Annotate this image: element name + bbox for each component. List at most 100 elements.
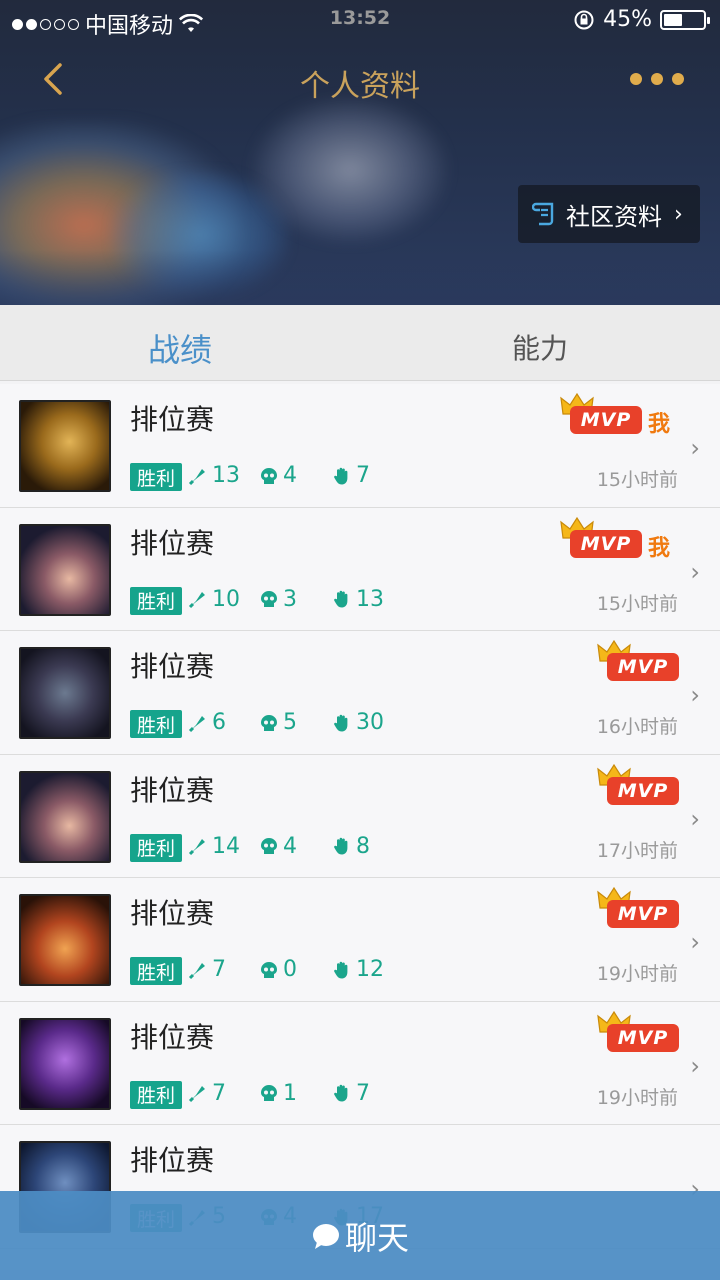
deaths-stat: 3 [259,587,297,612]
community-profile-button[interactable]: 社区资料 › [518,185,700,243]
chevron-right-icon: › [690,804,700,833]
mvp-label: MVP [570,529,642,558]
chat-bubble-icon [312,1223,339,1249]
match-row[interactable]: 排位赛 胜利 6 5 30 16小时前 › MVP [0,631,720,755]
assists-stat: 7 [332,1081,370,1106]
kills-value: 6 [212,710,226,735]
me-label: 我 [648,535,671,561]
kills-value: 7 [212,957,226,982]
match-row[interactable]: 排位赛 胜利 7 0 12 19小时前 › MVP [0,878,720,1002]
chevron-right-icon: › [690,1051,700,1080]
result-badge: 胜利 [130,586,182,615]
kills-stat: 6 [188,710,226,735]
deaths-stat: 4 [259,834,297,859]
mvp-label: MVP [607,1023,679,1052]
deaths-value: 4 [283,833,297,859]
champion-avatar [19,523,111,616]
mvp-label: MVP [607,900,679,928]
orientation-lock-icon [574,10,594,29]
chevron-right-icon: › [674,201,683,227]
sword-icon [188,1086,205,1103]
sword-icon [188,962,205,979]
champion-avatar [19,400,111,492]
chevron-right-icon: › [690,557,700,586]
skull-icon [261,838,277,854]
match-row[interactable]: 排位赛 胜利 10 3 13 15小时前 › MVP 我 [0,507,720,631]
hand-icon [334,714,348,731]
skull-icon [261,961,277,978]
result-badge: 胜利 [130,833,182,862]
skull-icon [261,1085,277,1101]
skull-icon [261,467,277,484]
match-time: 15小时前 [596,592,678,615]
deaths-stat: 1 [259,1081,297,1106]
sword-icon [188,839,205,856]
assists-value: 13 [356,586,384,612]
result-badge: 胜利 [130,1080,182,1109]
match-time: 17小时前 [596,839,678,862]
page-title: 个人资料 [300,69,420,104]
header-artwork-3 [250,95,450,245]
chat-button[interactable]: 聊天 [0,1191,720,1280]
champion-avatar [19,894,111,986]
match-time: 19小时前 [596,1086,678,1109]
battery-percent: 45% [603,7,652,32]
kills-stat: 13 [188,463,240,488]
assists-stat: 7 [332,463,370,488]
sword-icon [188,592,205,609]
navbar: 个人资料 [0,45,720,115]
kills-value: 10 [212,586,240,612]
more-icon[interactable] [630,73,684,85]
match-row[interactable]: 排位赛 胜利 13 4 7 15小时前 › MVP 我 [0,384,720,508]
assists-value: 8 [356,833,370,859]
hand-icon [334,1084,348,1102]
deaths-value: 0 [283,957,297,982]
match-time: 19小时前 [596,963,678,985]
result-badge: 胜利 [130,710,182,738]
skull-icon [261,591,277,607]
mvp-label: MVP [607,653,679,681]
champion-avatar [19,770,111,863]
deaths-stat: 0 [259,957,297,982]
match-mode: 排位赛 [130,897,215,930]
kills-stat: 14 [188,834,240,859]
kills-stat: 7 [188,1081,226,1106]
mvp-label: MVP [607,776,679,805]
assists-value: 7 [356,463,370,488]
hand-icon [334,467,348,484]
deaths-stat: 4 [259,463,297,488]
community-label: 社区资料 [566,202,662,231]
deaths-value: 3 [283,586,297,612]
kills-stat: 10 [188,587,240,612]
assists-value: 12 [356,957,384,982]
tab-record[interactable]: 战绩 [148,325,212,371]
kills-stat: 7 [188,957,226,982]
result-badge: 胜利 [130,957,182,985]
assists-stat: 8 [332,834,370,859]
profile-header: 中国移动 13:52 45% 个人资料 社区资料 › [0,0,720,305]
sword-icon [188,468,205,485]
assists-value: 30 [356,710,384,735]
match-row[interactable]: 排位赛 胜利 14 4 8 17小时前 › MVP [0,754,720,878]
hand-icon [334,590,348,608]
match-mode: 排位赛 [130,650,215,683]
match-mode: 排位赛 [130,526,215,560]
assists-stat: 30 [332,710,384,735]
assists-stat: 13 [332,587,384,612]
champion-avatar [19,1017,111,1110]
scroll-icon [532,202,554,226]
match-mode: 排位赛 [130,1020,215,1054]
header-shade [0,250,720,305]
me-label: 我 [648,412,671,437]
status-right: 45% [573,7,710,32]
assists-value: 7 [356,1080,370,1106]
kills-value: 7 [212,1080,226,1106]
deaths-stat: 5 [259,710,297,735]
tab-bar: 战绩 能力 [0,305,720,381]
skull-icon [261,714,277,731]
assists-stat: 12 [332,957,384,982]
kills-value: 14 [212,833,240,859]
tab-ability[interactable]: 能力 [512,327,568,367]
deaths-value: 5 [283,710,297,735]
match-row[interactable]: 排位赛 胜利 7 1 7 19小时前 › MVP [0,1001,720,1125]
